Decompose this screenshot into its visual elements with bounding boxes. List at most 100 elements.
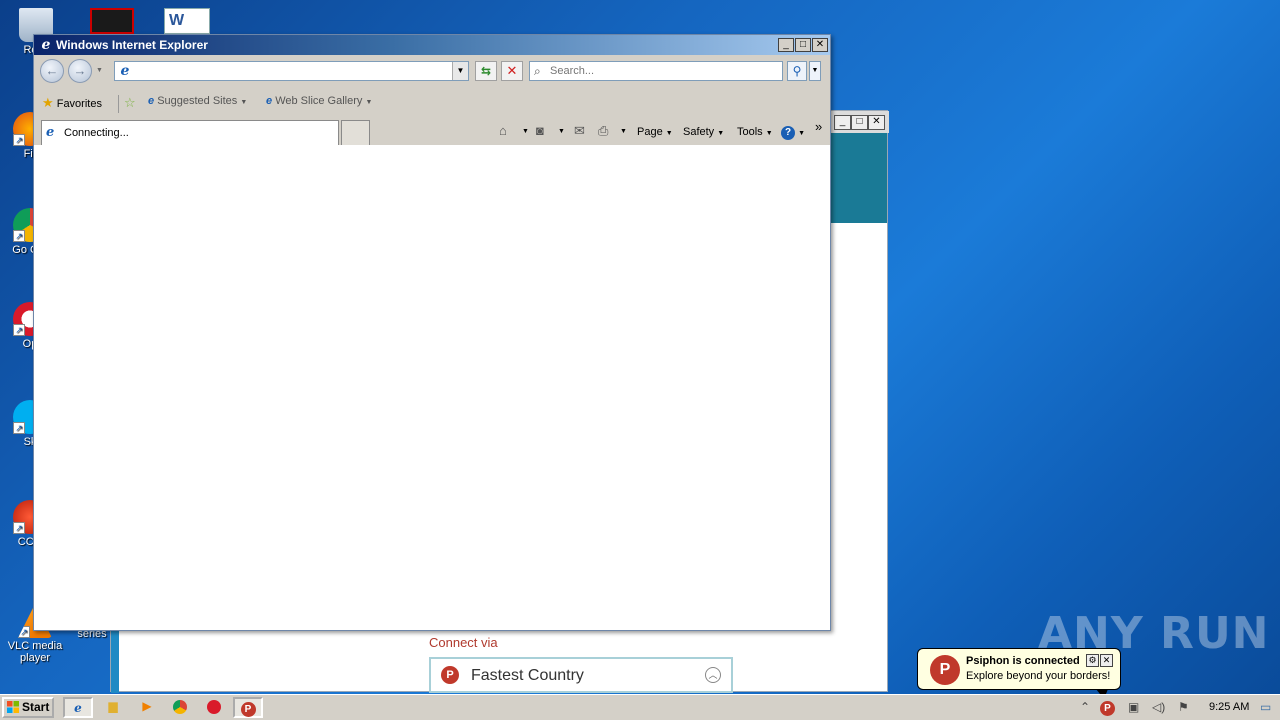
minimize-button[interactable]: _ (778, 38, 794, 52)
star-icon: ★ (42, 95, 54, 110)
action-center-flag-icon[interactable]: ⚑ (1178, 700, 1189, 714)
search-box[interactable]: ⌕ (529, 61, 783, 81)
suggested-sites-link[interactable]: e Suggested Sites ▼ (148, 95, 247, 107)
tab-title: Connecting... (64, 127, 129, 139)
psiphon-logo-icon: P (930, 655, 960, 685)
page-content[interactable] (34, 145, 830, 630)
word-icon[interactable]: W (164, 8, 210, 34)
dropdown-arrow-icon: ▼ (765, 130, 773, 137)
psiphon-logo-icon: P (441, 666, 459, 684)
print-icon[interactable]: ⎙ (598, 123, 608, 139)
dropdown-arrow-icon: ▼ (240, 99, 248, 106)
dropdown-arrow-icon[interactable]: ▼ (558, 128, 565, 135)
maximize-button[interactable]: □ (851, 115, 868, 130)
maximize-button[interactable]: □ (795, 38, 811, 52)
favorites-bar: ★ Favorites ☆ e Suggested Sites ▼ e Web … (34, 91, 830, 115)
start-button[interactable]: Start (2, 697, 54, 718)
back-button[interactable]: ← (40, 59, 64, 83)
tab-connecting[interactable]: e Connecting... (41, 120, 339, 145)
ie-page-icon: e (46, 125, 55, 140)
country-select-value: Fastest Country (471, 667, 584, 684)
desktop-icon-label: VLC media player (7, 640, 63, 664)
refresh-button[interactable]: ⇆ (475, 61, 497, 81)
taskbar-ie-button[interactable]: e (63, 697, 93, 718)
address-bar[interactable]: e ▼ (114, 61, 469, 81)
suggested-sites-label: Suggested Sites (157, 95, 238, 107)
dropdown-arrow-icon: ▼ (717, 130, 725, 137)
help-menu[interactable]: ? ▼ (781, 126, 805, 140)
shortcut-arrow-icon: ↗ (13, 324, 25, 336)
country-select[interactable]: P Fastest Country ︿ (429, 657, 733, 693)
taskbar-psiphon-button[interactable]: P (233, 697, 263, 718)
ie-logo-icon: e (74, 701, 82, 715)
read-mail-icon[interactable]: ✉ (574, 123, 585, 139)
close-button[interactable]: ✕ (868, 115, 885, 130)
psiphon-titlebar: _ □ ✕ (831, 111, 889, 133)
add-favorite-icon: ☆ (124, 95, 136, 110)
ie-page-icon: e (148, 95, 155, 107)
safety-menu[interactable]: Safety ▼ (683, 126, 724, 138)
windows-logo-icon (7, 701, 19, 713)
network-icon[interactable]: ▣ (1128, 700, 1139, 714)
balloon-text: Explore beyond your borders! (966, 670, 1111, 682)
opera-icon (207, 700, 221, 714)
show-desktop-icon[interactable]: ▭ (1260, 700, 1271, 714)
system-tray: ⌃ P ▣ ◁) ⚑ 9:25 AM ▭ (1072, 697, 1278, 718)
chevron-up-icon[interactable]: ︿ (705, 667, 721, 683)
tools-menu-label: Tools (737, 126, 763, 138)
clock[interactable]: 9:25 AM (1209, 701, 1249, 713)
taskbar-media-player-button[interactable]: ▶ (132, 697, 162, 718)
window-title: Windows Internet Explorer (56, 38, 208, 52)
ie-toolbar-area: ← → ▼ e ▼ ⇆ ✕ ⌕ ⚲ ▼ ★ Favorites ☆ e (34, 55, 830, 145)
tab-bar: e Connecting... ⌂ ▼ ◙ ▼ ✉ ⎙ ▼ Page ▼ Saf… (34, 117, 830, 145)
taskbar-explorer-button[interactable]: ▆ (98, 697, 128, 718)
connect-via-label: Connect via (429, 635, 498, 650)
feeds-icon[interactable]: ◙ (536, 123, 544, 138)
dropdown-arrow-icon[interactable]: ▼ (522, 128, 529, 135)
home-icon[interactable]: ⌂ (499, 123, 507, 138)
search-icon: ⌕ (534, 64, 541, 78)
options-icon[interactable]: ⚙ (1086, 654, 1099, 667)
help-icon: ? (781, 126, 795, 140)
show-hidden-icons-icon[interactable]: ⌃ (1080, 700, 1090, 714)
taskbar: Start e ▆ ▶ P ⌃ P ▣ ◁) ⚑ 9:25 AM ▭ (0, 694, 1280, 720)
ie-titlebar[interactable]: e Windows Internet Explorer _ □ ✕ (34, 35, 830, 55)
volume-icon[interactable]: ◁) (1152, 700, 1165, 714)
psiphon-notification-balloon[interactable]: P Psiphon is connected Explore beyond yo… (917, 648, 1121, 699)
start-label: Start (22, 700, 50, 714)
page-menu-label: Page (637, 126, 663, 138)
add-to-favorites-bar-button[interactable]: ☆ (124, 95, 136, 111)
dropdown-arrow-icon[interactable]: ▼ (620, 128, 627, 135)
recent-pages-dropdown-icon[interactable]: ▼ (96, 67, 103, 74)
balloon-close-button[interactable]: ✕ (1100, 654, 1113, 667)
web-slice-gallery-link[interactable]: e Web Slice Gallery ▼ (266, 95, 372, 107)
safety-menu-label: Safety (683, 126, 715, 138)
dropdown-arrow-icon: ▼ (365, 99, 373, 106)
shortcut-arrow-icon: ↗ (13, 422, 25, 434)
new-tab-button[interactable] (341, 120, 370, 145)
web-slice-gallery-label: Web Slice Gallery (275, 95, 363, 107)
page-menu[interactable]: Page ▼ (637, 126, 673, 138)
psiphon-logo-icon: P (240, 702, 256, 717)
ie-window[interactable]: e Windows Internet Explorer _ □ ✕ ← → ▼ … (33, 34, 831, 631)
minimize-button[interactable]: _ (834, 115, 851, 130)
taskbar-chrome-button[interactable] (165, 697, 195, 718)
favorites-button[interactable]: ★ Favorites (42, 95, 102, 111)
psiphon-header-band (831, 133, 887, 223)
psiphon-tray-icon[interactable]: P (1100, 700, 1115, 716)
media-player-icon: ▶ (142, 699, 152, 713)
dropdown-arrow-icon: ▼ (665, 130, 673, 137)
search-input[interactable] (550, 64, 778, 78)
stop-button[interactable]: ✕ (501, 61, 523, 81)
search-options-dropdown[interactable]: ▼ (809, 61, 821, 81)
forward-button[interactable]: → (68, 59, 92, 83)
acrobat-icon[interactable] (90, 8, 134, 34)
tools-menu[interactable]: Tools ▼ (737, 126, 773, 138)
psiphon-side-accent (111, 631, 119, 693)
close-button[interactable]: ✕ (812, 38, 828, 52)
toolbar-overflow-chevron[interactable]: » (815, 119, 822, 134)
ie-page-icon: e (266, 95, 273, 107)
taskbar-opera-button[interactable] (199, 697, 229, 718)
search-button[interactable]: ⚲ (787, 61, 807, 81)
address-dropdown-button[interactable]: ▼ (452, 62, 468, 80)
